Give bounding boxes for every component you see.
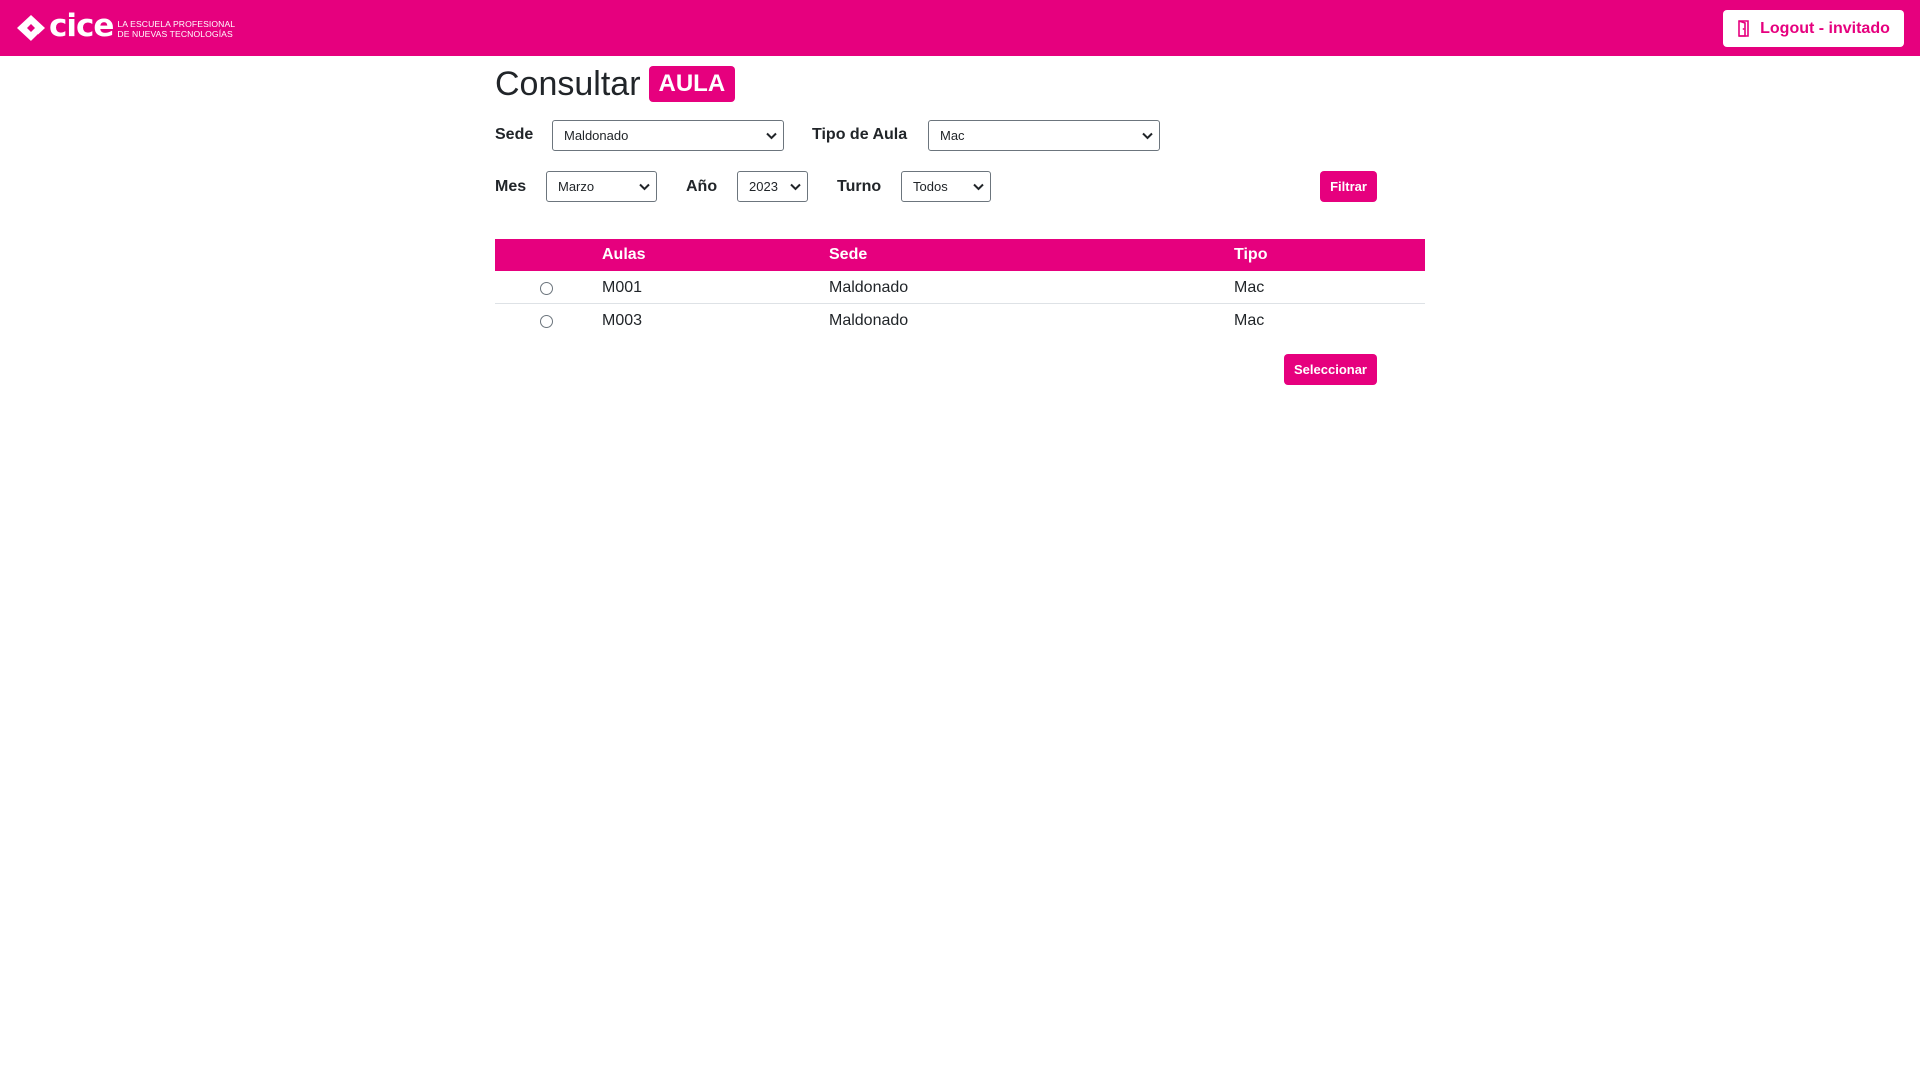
seleccionar-button[interactable]: Seleccionar — [1284, 354, 1377, 385]
table-header: Aulas Sede Tipo — [495, 239, 1425, 271]
cell-tipo: Mac — [1234, 312, 1265, 329]
anio-label: Año — [686, 178, 718, 195]
tipo-aula-label: Tipo de Aula — [812, 126, 908, 143]
cell-aula: M001 — [602, 279, 643, 296]
turno-select-value: Todos — [913, 179, 948, 194]
logout-button[interactable]: Logout - invitado — [1723, 10, 1904, 47]
tipo-aula-select-value: Mac — [940, 128, 965, 143]
row-radio-m003[interactable] — [540, 315, 553, 328]
table-row: M003 Maldonado Mac — [495, 304, 1425, 337]
chevron-down-icon — [973, 183, 984, 190]
page-title-text: Consultar — [495, 65, 641, 103]
page-title-badge: AULA — [648, 66, 736, 102]
sede-label: Sede — [495, 126, 534, 143]
column-header-sede: Sede — [829, 246, 868, 263]
chevron-down-icon — [1142, 132, 1153, 139]
mes-select-value: Marzo — [558, 179, 595, 194]
door-icon — [1738, 20, 1749, 37]
cice-logo-icon — [17, 15, 45, 41]
top-navbar: cice LA ESCUELA PROFESIONAL DE NUEVAS TE… — [0, 0, 1920, 56]
table-row: M001 Maldonado Mac — [495, 271, 1425, 304]
brand-tagline-line-1: LA ESCUELA PROFESIONAL — [117, 18, 236, 29]
cell-sede: Maldonado — [829, 279, 909, 296]
column-header-aulas: Aulas — [602, 246, 646, 263]
tipo-aula-select[interactable]: Mac — [928, 120, 1160, 151]
chevron-down-icon — [639, 183, 650, 190]
cell-sede: Maldonado — [829, 312, 909, 329]
cell-tipo: Mac — [1234, 279, 1265, 296]
chevron-down-icon — [790, 183, 801, 190]
mes-label: Mes — [495, 178, 527, 195]
sede-select-value: Maldonado — [564, 128, 629, 143]
brand-name: cice — [49, 8, 114, 44]
anio-select[interactable]: 2023 — [737, 171, 808, 202]
anio-select-value: 2023 — [749, 179, 778, 194]
sede-select[interactable]: Maldonado — [552, 120, 784, 151]
logout-label: Logout - invitado — [1760, 19, 1890, 37]
chevron-down-icon — [766, 132, 777, 139]
row-radio-m001[interactable] — [540, 282, 553, 295]
turno-select[interactable]: Todos — [901, 171, 991, 202]
brand-tagline: LA ESCUELA PROFESIONAL DE NUEVAS TECNOLO… — [117, 19, 235, 39]
cice-logo[interactable]: cice LA ESCUELA PROFESIONAL DE NUEVAS TE… — [16, 8, 235, 44]
column-header-tipo: Tipo — [1234, 246, 1268, 263]
brand-tagline-line-2: DE NUEVAS TECNOLOGÍAS — [117, 28, 233, 39]
filtrar-button[interactable]: Filtrar — [1320, 171, 1377, 202]
turno-label: Turno — [837, 178, 882, 195]
page-title: Consultar AULA — [495, 64, 736, 104]
aulas-table: Aulas Sede Tipo M001 Maldonado Mac M003 … — [495, 239, 1425, 337]
cell-aula: M003 — [602, 312, 643, 329]
mes-select[interactable]: Marzo — [546, 171, 657, 202]
